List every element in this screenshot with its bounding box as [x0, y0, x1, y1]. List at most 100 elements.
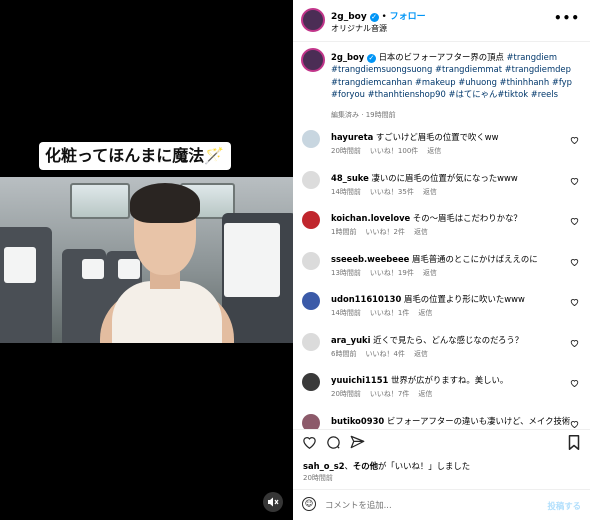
comment-body: 48_suke 凄いのに眉毛の位置が気になったwww: [331, 173, 571, 184]
commenter-avatar[interactable]: [302, 170, 320, 189]
comment-bubble-icon[interactable]: [326, 435, 341, 453]
comment-heart-icon[interactable]: [570, 420, 579, 430]
reply-button[interactable]: 返信: [427, 147, 441, 155]
comment-like-count[interactable]: いいね！35件: [370, 188, 414, 196]
comment-text: 眉毛普通のとこにかけばええのに: [412, 253, 538, 264]
comment-row: 48_suke 凄いのに眉毛の位置が気になったwww 14時間前 いいね！35件 返信: [293, 170, 590, 211]
comment-bar: ☺ 投稿する: [293, 489, 590, 520]
comment-row: ara_yuki 近くで見たら、どんな感じなのだろう？ 6時間前 いいね！4件 返信: [293, 332, 590, 373]
post-caption: 2g_boy ✓ 日本のビフォーアフター界の頂点 #trangdiem #tra…: [331, 51, 583, 101]
comment-heart-icon[interactable]: [570, 258, 579, 269]
comment-text: 眉毛の位置より形に吹いたwww: [403, 294, 525, 304]
paper-plane-icon[interactable]: [350, 435, 365, 452]
reply-button[interactable]: 返信: [414, 350, 428, 358]
commenter-username[interactable]: hayureta: [331, 132, 373, 142]
commenter-username[interactable]: koichan.lovelove: [331, 213, 410, 223]
speaker-muted-icon[interactable]: [263, 492, 283, 512]
likes-suffix: が「いいね！」しました: [378, 461, 471, 471]
comment-body: ara_yuki 近くで見たら、どんな感じなのだろう？: [331, 335, 571, 346]
comment-text: すごいけど眉毛の位置で吹くww: [375, 132, 499, 142]
bookmark-icon[interactable]: [568, 435, 580, 453]
commenter-username[interactable]: 48_suke: [331, 173, 369, 183]
follow-button[interactable]: フォロー: [390, 12, 426, 22]
commenter-username[interactable]: udon11610130: [331, 294, 401, 304]
comment-row: hayureta すごいけど眉毛の位置で吹くww 20時間前 いいね！100件 返信: [293, 130, 590, 170]
original-audio-link[interactable]: オリジナル音源: [331, 23, 387, 34]
video-caption-overlay: 化粧ってほんまに魔法🪄: [39, 142, 232, 170]
comment-body: koichan.lovelove その〜眉毛はこだわりかな？: [331, 213, 571, 224]
person-hair: [130, 183, 200, 223]
comment-like-count[interactable]: いいね！7件: [370, 390, 409, 398]
comment-heart-icon[interactable]: [570, 339, 579, 350]
comment-body: butiko0930 ビフォーアフターの違いも凄いけど、メイク技術の高さに驚きで…: [331, 416, 571, 427]
reply-button[interactable]: 返信: [418, 309, 432, 317]
comment-heart-icon[interactable]: [570, 379, 579, 390]
comment-text: 凄いのに眉毛の位置が気になったwww: [371, 172, 518, 183]
caption-author-username[interactable]: 2g_boy: [331, 52, 364, 62]
likes-others-link[interactable]: その他: [353, 461, 378, 471]
comment-time: 14時間前: [331, 309, 361, 317]
post-detail-panel: 2g_boy ✓ • フォロー オリジナル音源 ••• 2g_boy ✓ 日本の…: [293, 0, 590, 520]
comment-time: 14時間前: [331, 187, 361, 196]
comment-text: ビフォーアフターの違いも凄いけど、メイク技術の高さに驚きです👏: [386, 415, 571, 426]
seat-headrest-cover: [224, 223, 280, 297]
comment-row: sseeeb.weebeee 眉毛普通のとこにかけばええのに 13時間前 いいね！1…: [293, 251, 590, 292]
header-separator: •: [381, 12, 387, 22]
comment-like-count[interactable]: いいね！19件: [370, 269, 414, 277]
comment-heart-icon[interactable]: [570, 136, 579, 147]
comment-meta: 20時間前 いいね！7件 返信: [331, 389, 441, 399]
commenter-avatar[interactable]: [302, 373, 320, 391]
commenter-avatar[interactable]: [302, 211, 320, 229]
seat-headrest-cover: [118, 259, 140, 279]
liker-username[interactable]: sah_o_s2: [303, 461, 345, 471]
comment-heart-icon[interactable]: [570, 298, 579, 309]
meta-dot: ·: [361, 111, 364, 119]
video-player[interactable]: 化粧ってほんまに魔法🪄: [0, 0, 293, 520]
more-options-icon[interactable]: •••: [554, 11, 580, 25]
comment-like-count[interactable]: いいね！1件: [370, 309, 409, 317]
reply-button[interactable]: 返信: [414, 228, 428, 236]
comment-heart-icon[interactable]: [570, 177, 579, 188]
comment-row: koichan.lovelove その〜眉毛はこだわりかな？ 1時間前 いいね！2件…: [293, 211, 590, 251]
author-line: 2g_boy ✓ • フォロー: [331, 9, 426, 22]
video-frame: [0, 177, 293, 343]
comment-like-count[interactable]: いいね！100件: [370, 147, 418, 155]
person-tank-top: [112, 281, 222, 343]
post-comment-button[interactable]: 投稿する: [548, 500, 582, 512]
comment-time: 20時間前: [331, 390, 361, 398]
comment-body: yuuichi1151 世界が広がりますね。美しい。: [331, 375, 571, 386]
caption-author-avatar[interactable]: [301, 48, 325, 72]
reply-button[interactable]: 返信: [423, 269, 437, 277]
reply-button[interactable]: 返信: [423, 188, 437, 196]
action-bar: [293, 429, 590, 455]
caption-time: 19時間前: [365, 111, 396, 119]
commenter-username[interactable]: butiko0930: [331, 416, 384, 426]
commenter-avatar[interactable]: [302, 332, 320, 351]
reply-button[interactable]: 返信: [418, 390, 432, 398]
commenter-avatar[interactable]: [302, 413, 320, 429]
post-timestamp: 20時間前: [303, 474, 333, 482]
commenter-avatar[interactable]: [302, 130, 320, 148]
comments-scroll-area[interactable]: 2g_boy ✓ 日本のビフォーアフター界の頂点 #trangdiem #tra…: [293, 43, 590, 429]
commenter-avatar[interactable]: [302, 251, 320, 270]
author-username[interactable]: 2g_boy: [331, 12, 367, 22]
smiley-icon[interactable]: ☺: [302, 497, 316, 511]
author-avatar[interactable]: [301, 8, 325, 32]
comment-heart-icon[interactable]: [570, 217, 579, 228]
commenter-avatar[interactable]: [302, 292, 320, 310]
comment-meta: 13時間前 いいね！19件 返信: [331, 268, 446, 278]
verified-badge-icon: ✓: [366, 54, 376, 63]
comment-input[interactable]: [325, 496, 525, 514]
comment-meta: 14時間前 いいね！1件 返信: [331, 308, 441, 318]
comment-row: udon11610130 眉毛の位置より形に吹いたwww 14時間前 いいね！1件 返…: [293, 292, 590, 332]
heart-outline-icon[interactable]: [302, 435, 317, 452]
edited-label: 編集済み: [331, 111, 359, 119]
caption-text: 日本のビフォーアフター界の頂点: [378, 52, 504, 62]
comment-meta: 14時間前 いいね！35件 返信: [331, 187, 446, 197]
comment-like-count[interactable]: いいね！2件: [365, 228, 404, 236]
comment-time: 13時間前: [331, 268, 361, 277]
commenter-username[interactable]: sseeeb.weebeee: [331, 254, 409, 264]
commenter-username[interactable]: yuuichi1151: [331, 375, 388, 385]
comment-like-count[interactable]: いいね！4件: [365, 350, 404, 358]
commenter-username[interactable]: ara_yuki: [331, 335, 370, 345]
